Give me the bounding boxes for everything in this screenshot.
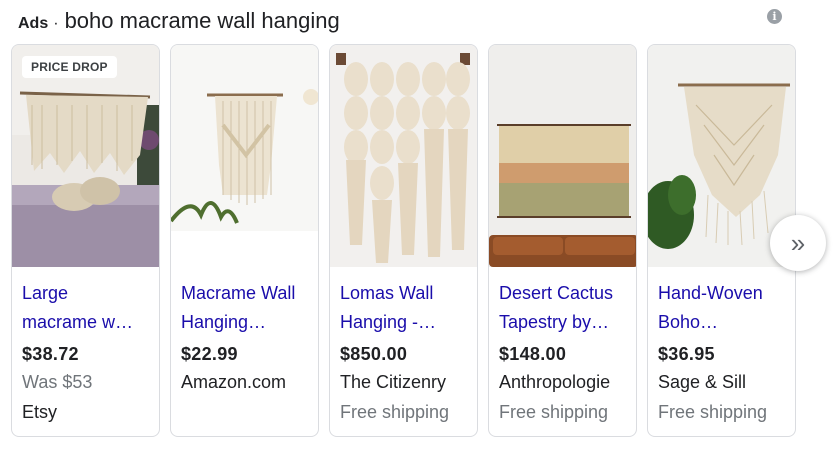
product-image[interactable] xyxy=(489,45,636,267)
product-title-line[interactable]: Large xyxy=(22,279,149,308)
ads-query-title: boho macrame wall hanging xyxy=(64,8,340,33)
product-merchant: Anthropologie xyxy=(499,372,611,392)
product-title-link[interactable]: Large macrame w… xyxy=(22,279,149,337)
product-image[interactable] xyxy=(330,45,477,267)
product-merchant: Sage & Sill xyxy=(658,372,747,392)
product-image[interactable] xyxy=(171,45,318,267)
product-shipping: Free shipping xyxy=(499,402,609,422)
product-title-link[interactable]: Macrame Wall Hanging… xyxy=(181,279,308,337)
product-carousel: PRICE DROP Large macrame w… $38.72 Was $… xyxy=(11,44,796,437)
product-title-link[interactable]: Hand-Woven Boho… xyxy=(658,279,785,337)
ads-separator: · xyxy=(53,15,59,32)
product-title-line[interactable]: Hand-Woven xyxy=(658,279,785,308)
product-merchant: The Citizenry xyxy=(340,372,447,392)
carousel-next-button[interactable]: » xyxy=(770,215,826,271)
product-original-price: Was $53 xyxy=(22,372,93,392)
product-merchant: Etsy xyxy=(22,402,58,422)
chevron-double-right-icon: » xyxy=(790,227,806,258)
product-title-line[interactable]: Boho… xyxy=(658,308,785,337)
product-title-line[interactable]: Lomas Wall xyxy=(340,279,467,308)
product-title-line[interactable]: Desert Cactus xyxy=(499,279,626,308)
product-title-line[interactable]: Tapestry by… xyxy=(499,308,626,337)
info-icon[interactable]: i xyxy=(767,9,782,24)
product-price: $38.72 xyxy=(22,344,79,364)
product-price: $22.99 xyxy=(181,344,238,364)
product-image[interactable]: PRICE DROP xyxy=(12,45,159,267)
product-title-line[interactable]: macrame w… xyxy=(22,308,149,337)
product-title-line[interactable]: Macrame Wall xyxy=(181,279,308,308)
product-shipping: Free shipping xyxy=(658,402,768,422)
ads-header: Ads · boho macrame wall hanging xyxy=(18,8,340,34)
product-title-link[interactable]: Lomas Wall Hanging -… xyxy=(340,279,467,337)
product-card[interactable]: Macrame Wall Hanging… $22.99 Amazon.com xyxy=(170,44,319,437)
product-title-line[interactable]: Hanging -… xyxy=(340,308,467,337)
product-card[interactable]: Lomas Wall Hanging -… $850.00 The Citize… xyxy=(329,44,478,437)
ads-label: Ads xyxy=(18,15,49,32)
product-card[interactable]: Desert Cactus Tapestry by… $148.00 Anthr… xyxy=(488,44,637,437)
product-title-link[interactable]: Desert Cactus Tapestry by… xyxy=(499,279,626,337)
product-card[interactable]: PRICE DROP Large macrame w… $38.72 Was $… xyxy=(11,44,160,437)
product-price: $850.00 xyxy=(340,344,408,364)
product-price: $148.00 xyxy=(499,344,567,364)
price-drop-badge: PRICE DROP xyxy=(22,56,117,78)
product-title-line[interactable]: Hanging… xyxy=(181,308,308,337)
product-price: $36.95 xyxy=(658,344,715,364)
product-merchant: Amazon.com xyxy=(181,372,287,392)
product-shipping: Free shipping xyxy=(340,402,450,422)
